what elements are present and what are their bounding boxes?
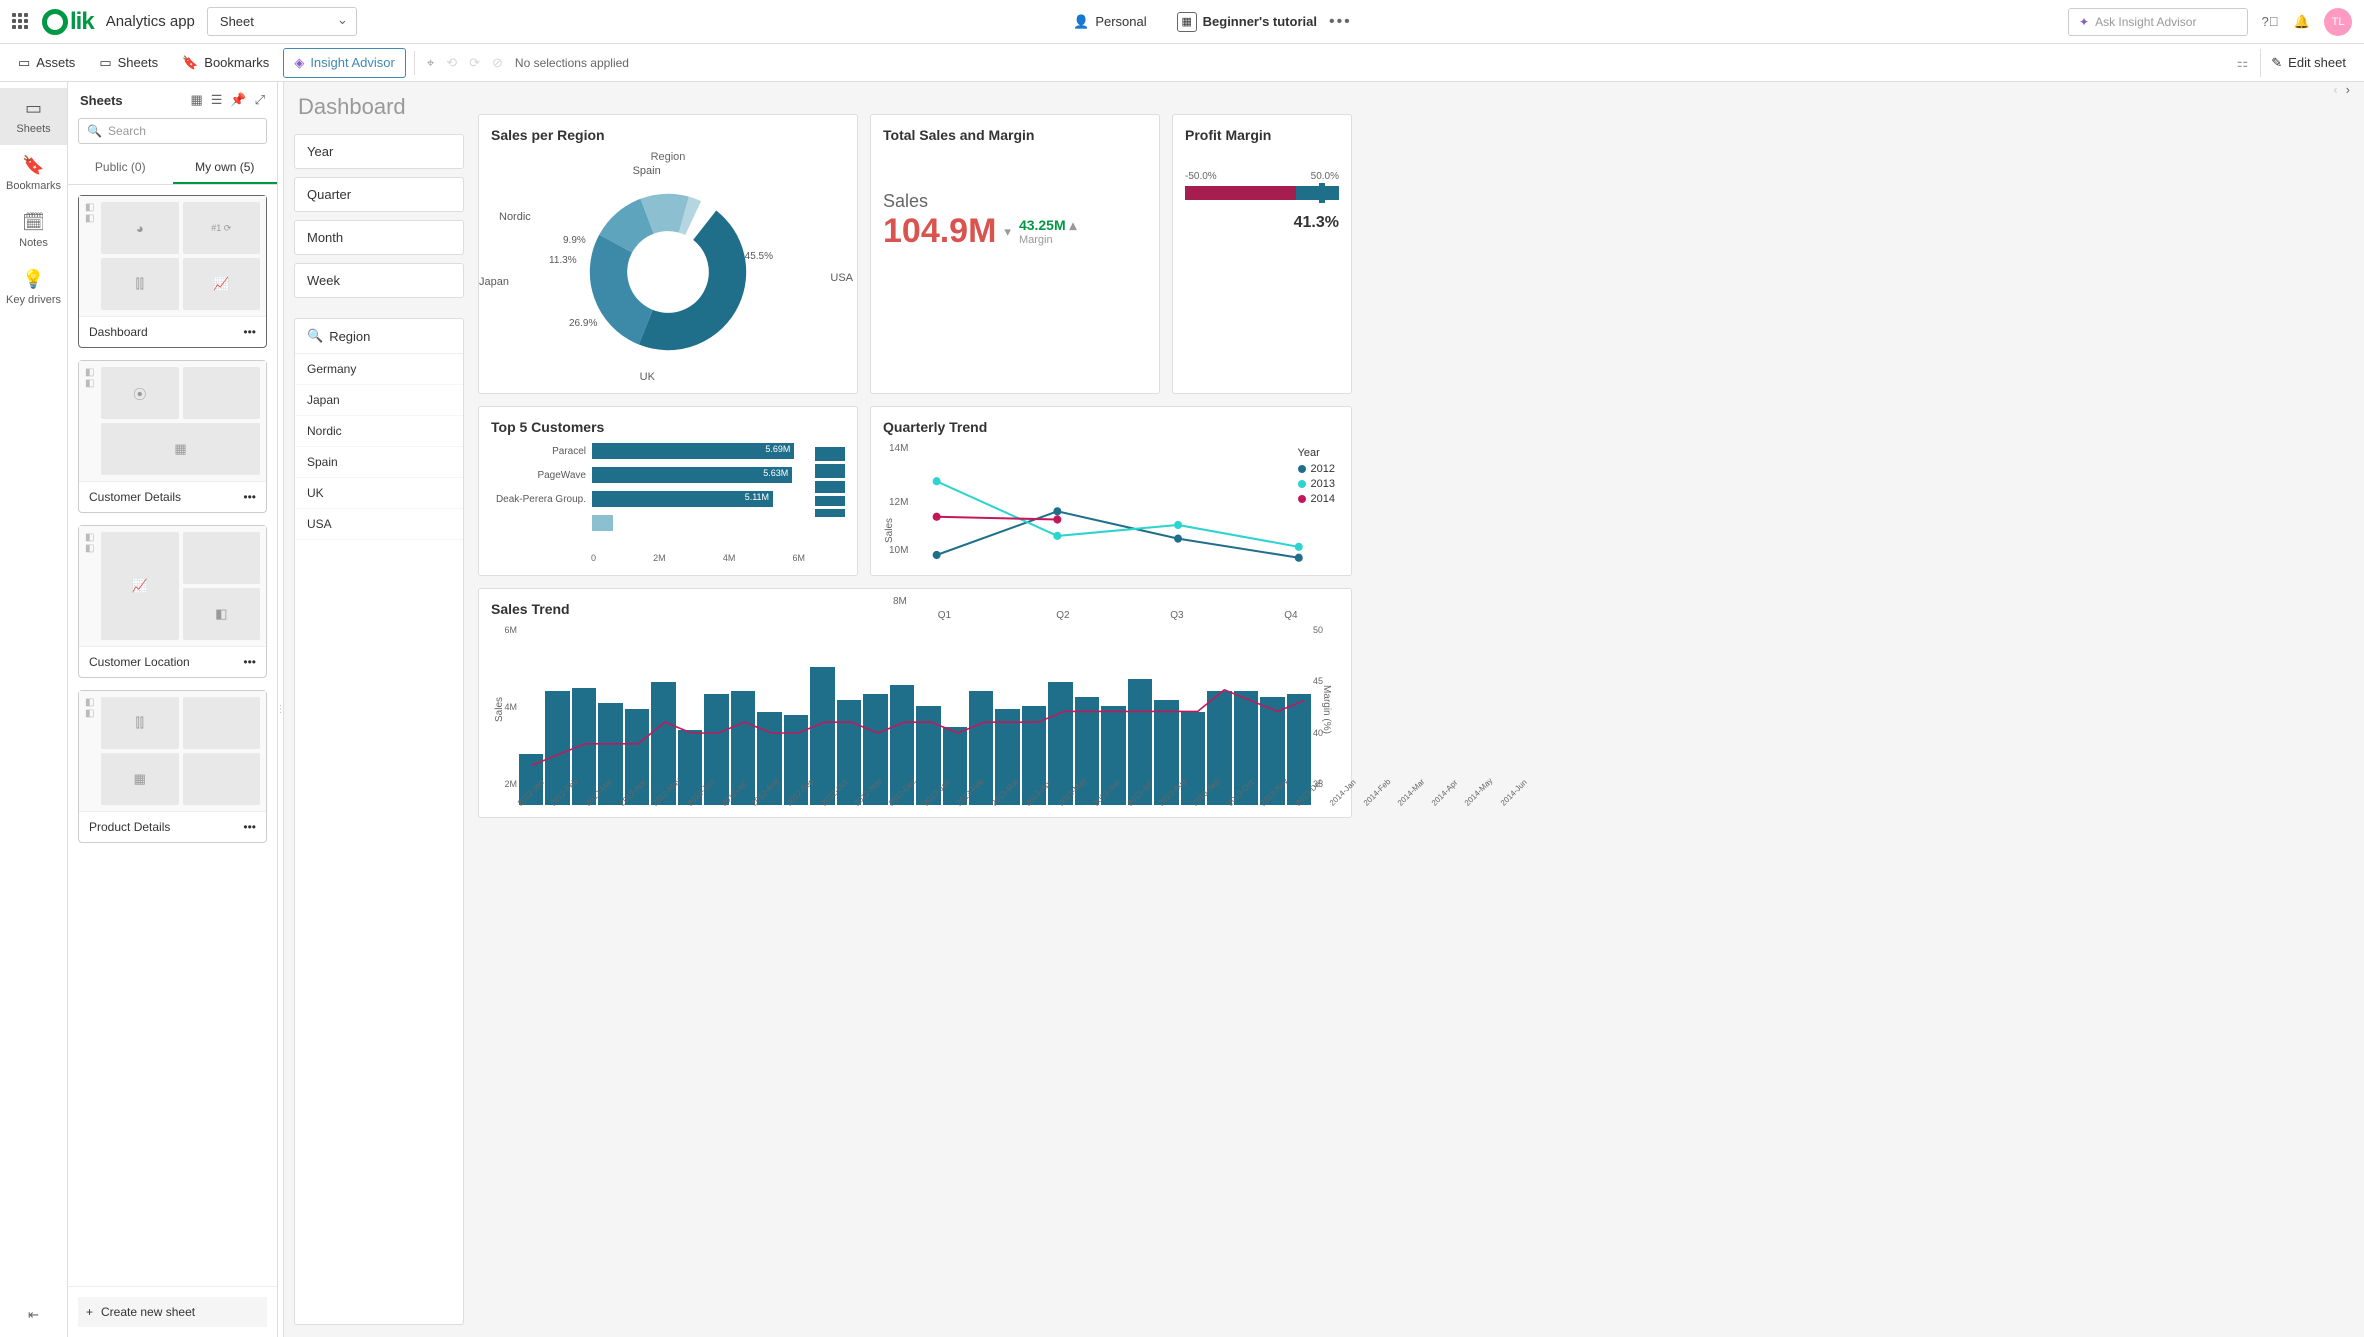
sales-trend-panel[interactable]: Sales Trend 6M4M2M 50454035 Sales Margin… — [478, 588, 1352, 818]
bookmark-icon: 🔖 — [182, 55, 198, 71]
bell-icon[interactable]: 🔔 — [2292, 12, 2312, 32]
avatar[interactable]: TL — [2324, 8, 2352, 36]
region-item[interactable]: Nordic — [295, 416, 463, 447]
card-menu-icon[interactable]: ••• — [243, 820, 256, 834]
sheets-search-input[interactable]: 🔍Search — [78, 118, 267, 144]
collapse-rail-icon[interactable]: ⇤ — [14, 1293, 53, 1337]
keydrivers-icon: 💡 — [4, 269, 63, 290]
sales-per-region-panel[interactable]: Sales per Region Region USA UK Japan Nor… — [478, 114, 858, 394]
horizontal-bar-chart: Paracel5.69M PageWave5.63M Deak-Perera G… — [491, 443, 845, 553]
region-item[interactable]: Spain — [295, 447, 463, 478]
sheets-panel: Sheets ▦ ☰ 📌 ⤢ 🔍Search Public (0) My own… — [68, 82, 278, 1337]
assets-icon: ▭ — [18, 55, 30, 71]
pencil-icon: ✎ — [2271, 55, 2282, 71]
tab-myown[interactable]: My own (5) — [173, 152, 278, 184]
search-icon: 🔍 — [87, 124, 102, 138]
sheets-button[interactable]: ▭Sheets — [89, 49, 168, 77]
assets-button[interactable]: ▭Assets — [8, 49, 85, 77]
region-item[interactable]: Japan — [295, 385, 463, 416]
step-back-icon[interactable]: ⟲ — [442, 51, 461, 75]
dashboard-canvas: ‹› Sales per Region Region USA UK Japa — [474, 82, 2364, 1337]
more-menu-icon[interactable]: ••• — [1329, 13, 1352, 31]
sheets-icon: ▭ — [4, 98, 63, 119]
help-icon[interactable]: ?⃝ — [2260, 12, 2280, 32]
profit-margin-panel[interactable]: Profit Margin -50.0%50.0% 41.3% — [1172, 114, 1352, 394]
region-item[interactable]: Germany — [295, 354, 463, 385]
rail-keydrivers[interactable]: 💡Key drivers — [0, 259, 67, 316]
next-sheet-icon[interactable]: › — [2346, 82, 2350, 97]
region-filter: 🔍Region Germany Japan Nordic Spain UK US… — [294, 318, 464, 1325]
pin-icon[interactable]: 📌 — [230, 92, 246, 108]
tab-public[interactable]: Public (0) — [68, 152, 173, 184]
rail-sheets[interactable]: ▭Sheets — [0, 88, 67, 145]
expand-icon[interactable]: ⤢ — [255, 92, 265, 108]
tutorial-link[interactable]: ▦Beginner's tutorial — [1177, 12, 1317, 32]
region-item[interactable]: UK — [295, 478, 463, 509]
insight-icon: ◈ — [294, 55, 304, 71]
sheet-dropdown[interactable]: Sheet — [207, 7, 357, 36]
tutorial-icon: ▦ — [1177, 12, 1197, 32]
donut-chart — [583, 187, 753, 357]
sheets-list: ◧◧◕#1 ⟳⫿⫿📈 Dashboard••• ◧◧⦿▦ Customer De… — [68, 185, 277, 1286]
filter-month[interactable]: Month — [294, 220, 464, 255]
filters-column: Dashboard Year Quarter Month Week 🔍Regio… — [284, 82, 474, 1337]
list-view-icon[interactable]: ☰ — [211, 92, 223, 108]
insight-advisor-button[interactable]: ◈Insight Advisor — [283, 48, 406, 78]
card-menu-icon[interactable]: ••• — [243, 325, 256, 339]
top-bar: lik Analytics app Sheet 👤Personal ▦Begin… — [0, 0, 2364, 44]
qlik-logo[interactable]: lik — [42, 8, 94, 36]
filter-week[interactable]: Week — [294, 263, 464, 298]
step-forward-icon[interactable]: ⟳ — [465, 51, 484, 75]
sheet-card[interactable]: ◧◧◕#1 ⟳⫿⫿📈 Dashboard••• — [78, 195, 267, 348]
selections-status: No selections applied — [515, 56, 629, 70]
sparkle-icon: ✦ — [2079, 15, 2089, 29]
clear-selections-icon[interactable]: ⊘ — [488, 51, 507, 75]
sheets-panel-title: Sheets — [80, 93, 123, 108]
sheet-card[interactable]: ◧◧⦿▦ Customer Details••• — [78, 360, 267, 513]
options-icon[interactable]: ⚏ — [2233, 51, 2253, 75]
filter-year[interactable]: Year — [294, 134, 464, 169]
prev-sheet-icon[interactable]: ‹ — [2333, 82, 2337, 97]
toolbar: ▭Assets ▭Sheets 🔖Bookmarks ◈Insight Advi… — [0, 44, 2364, 82]
sheet-card[interactable]: ◧◧📈◧ Customer Location••• — [78, 525, 267, 678]
search-icon[interactable]: 🔍 — [307, 328, 323, 344]
total-sales-margin-panel[interactable]: Total Sales and Margin Sales 104.9M ▾ 43… — [870, 114, 1160, 394]
left-rail: ▭Sheets 🔖Bookmarks 🗓Notes 💡Key drivers ⇤ — [0, 82, 68, 1337]
bookmark-icon: 🔖 — [4, 155, 63, 176]
ask-insight-input[interactable]: ✦Ask Insight Advisor — [2068, 8, 2248, 36]
plus-icon: + — [86, 1305, 93, 1319]
rail-notes[interactable]: 🗓Notes — [0, 202, 67, 259]
grid-view-icon[interactable]: ▦ — [190, 92, 202, 108]
create-sheet-button[interactable]: +Create new sheet — [78, 1297, 267, 1327]
combo-chart: 6M4M2M 50454035 Sales Margin (%) 2012-Ja… — [491, 625, 1339, 805]
top5-customers-panel[interactable]: Top 5 Customers Paracel5.69M PageWave5.6… — [478, 406, 858, 576]
card-menu-icon[interactable]: ••• — [243, 490, 256, 504]
edit-sheet-button[interactable]: ✎Edit sheet — [2260, 49, 2356, 77]
notes-icon: 🗓 — [4, 212, 63, 233]
rail-bookmarks[interactable]: 🔖Bookmarks — [0, 145, 67, 202]
region-item[interactable]: USA — [295, 509, 463, 540]
person-icon: 👤 — [1073, 14, 1089, 30]
gauge-bar — [1185, 186, 1339, 200]
personal-button[interactable]: 👤Personal — [1073, 14, 1147, 30]
filter-quarter[interactable]: Quarter — [294, 177, 464, 212]
sheet-card[interactable]: ◧◧⫿⫿▦ Product Details••• — [78, 690, 267, 843]
app-launcher-icon[interactable] — [12, 13, 30, 31]
quarterly-trend-panel[interactable]: Quarterly Trend Sales 14M 12M 10M 8M — [870, 406, 1352, 576]
bookmarks-button[interactable]: 🔖Bookmarks — [172, 49, 279, 77]
line-chart: Sales 14M 12M 10M 8M Q1 Q2 Q3 Q4 Year 20… — [883, 443, 1339, 607]
card-menu-icon[interactable]: ••• — [243, 655, 256, 669]
app-name: Analytics app — [106, 13, 195, 30]
sheets-icon: ▭ — [99, 55, 111, 71]
page-title: Dashboard — [294, 94, 464, 120]
smart-search-icon[interactable]: ⌖ — [423, 51, 438, 75]
